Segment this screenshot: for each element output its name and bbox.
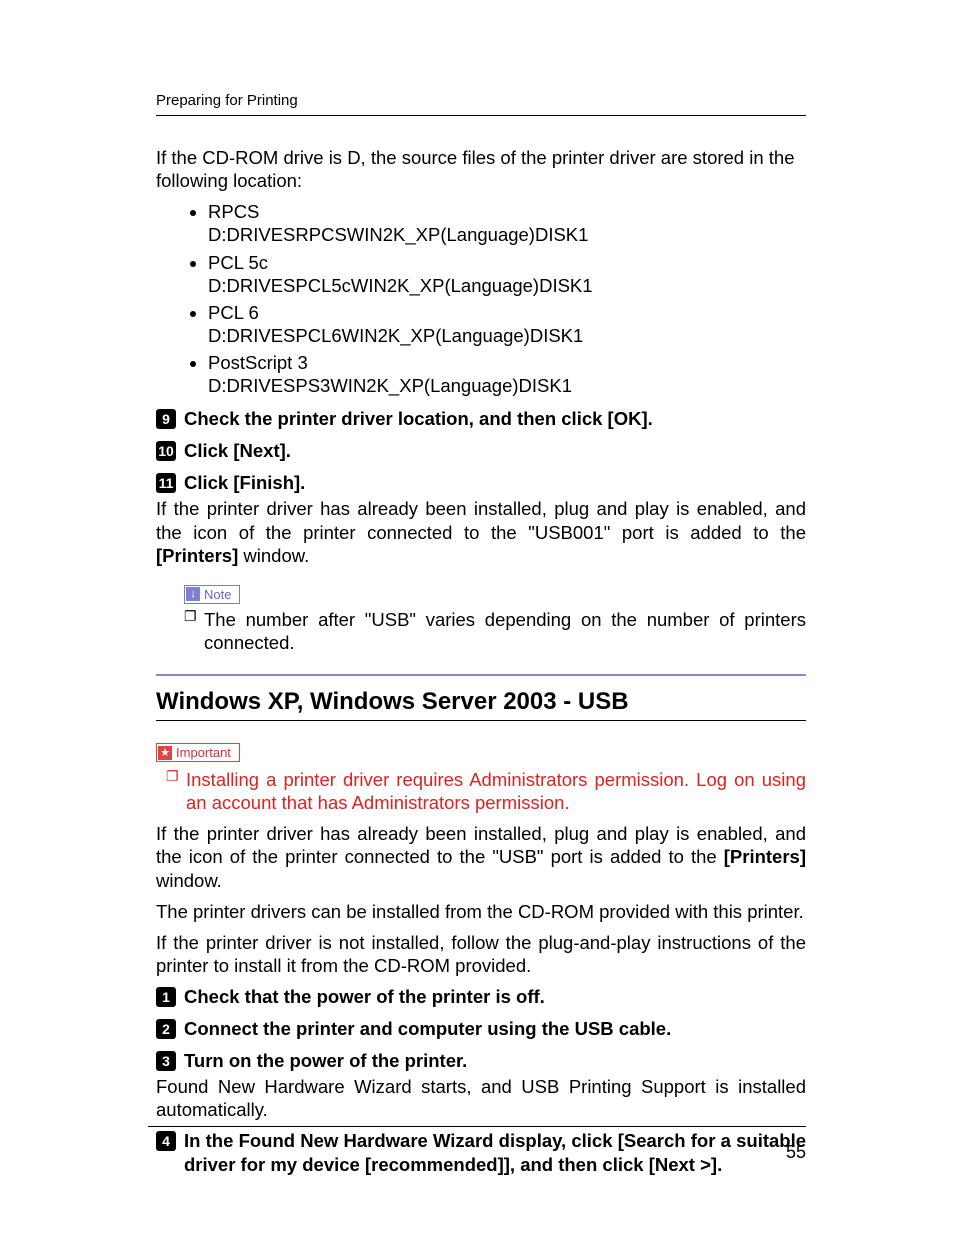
list-item: PCL 5c D:DRIVESPCL5cWIN2K_XP(Language)DI… bbox=[208, 251, 806, 297]
xp-para-2: The printer drivers can be installed fro… bbox=[156, 900, 806, 923]
important-label: Important bbox=[176, 745, 231, 760]
section-rule-top bbox=[156, 674, 806, 676]
intro-paragraph: If the CD-ROM drive is D, the source fil… bbox=[156, 146, 806, 192]
step-number-icon: 3 bbox=[156, 1051, 176, 1071]
step-text: In the Found New Hardware Wizard display… bbox=[184, 1129, 806, 1177]
step-number-icon: 4 bbox=[156, 1131, 176, 1151]
step-text: Connect the printer and computer using t… bbox=[184, 1017, 671, 1041]
footer-rule bbox=[148, 1126, 806, 1127]
note-label: Note bbox=[204, 587, 231, 602]
note-list: The number after "USB" varies depending … bbox=[184, 608, 806, 654]
step-number-icon: 11 bbox=[156, 473, 176, 493]
step-10: 10 Click [Next]. bbox=[156, 439, 806, 463]
xp-step-3-body: Found New Hardware Wizard starts, and US… bbox=[156, 1075, 806, 1121]
running-header: Preparing for Printing bbox=[156, 92, 806, 109]
step-text: Check that the power of the printer is o… bbox=[184, 985, 545, 1009]
step-11-body: If the printer driver has already been i… bbox=[156, 497, 806, 566]
important-item: Installing a printer driver requires Adm… bbox=[166, 768, 806, 814]
xp-step-4: 4 In the Found New Hardware Wizard displ… bbox=[156, 1129, 806, 1177]
xp-para-3: If the printer driver is not installed, … bbox=[156, 931, 806, 977]
xp-step-2: 2 Connect the printer and computer using… bbox=[156, 1017, 806, 1041]
xp-para-1: If the printer driver has already been i… bbox=[156, 822, 806, 891]
step-text: Click [Finish]. bbox=[184, 471, 305, 495]
header-rule bbox=[156, 115, 806, 116]
page-number: 55 bbox=[786, 1142, 806, 1163]
important-badge: ★ Important bbox=[156, 743, 240, 762]
step-text: Click [Next]. bbox=[184, 439, 291, 463]
xp-step-1: 1 Check that the power of the printer is… bbox=[156, 985, 806, 1009]
step-text: Turn on the power of the printer. bbox=[184, 1049, 467, 1073]
step-number-icon: 9 bbox=[156, 409, 176, 429]
down-arrow-icon: ↓ bbox=[186, 587, 200, 601]
step-number-icon: 10 bbox=[156, 441, 176, 461]
important-list: Installing a printer driver requires Adm… bbox=[166, 768, 806, 814]
step-number-icon: 1 bbox=[156, 987, 176, 1007]
xp-step-3: 3 Turn on the power of the printer. bbox=[156, 1049, 806, 1073]
step-text: Check the printer driver location, and t… bbox=[184, 407, 653, 431]
note-badge: ↓ Note bbox=[184, 585, 240, 604]
step-11: 11 Click [Finish]. bbox=[156, 471, 806, 495]
driver-list: RPCS D:DRIVESRPCSWIN2K_XP(Language)DISK1… bbox=[184, 200, 806, 397]
list-item: PCL 6 D:DRIVESPCL6WIN2K_XP(Language)DISK… bbox=[208, 301, 806, 347]
star-icon: ★ bbox=[158, 746, 172, 760]
section-rule-bottom bbox=[156, 720, 806, 721]
list-item: RPCS D:DRIVESRPCSWIN2K_XP(Language)DISK1 bbox=[208, 200, 806, 246]
step-number-icon: 2 bbox=[156, 1019, 176, 1039]
step-9: 9 Check the printer driver location, and… bbox=[156, 407, 806, 431]
list-item: PostScript 3 D:DRIVESPS3WIN2K_XP(Languag… bbox=[208, 351, 806, 397]
note-item: The number after "USB" varies depending … bbox=[184, 608, 806, 654]
section-title: Windows XP, Windows Server 2003 - USB bbox=[156, 688, 806, 716]
